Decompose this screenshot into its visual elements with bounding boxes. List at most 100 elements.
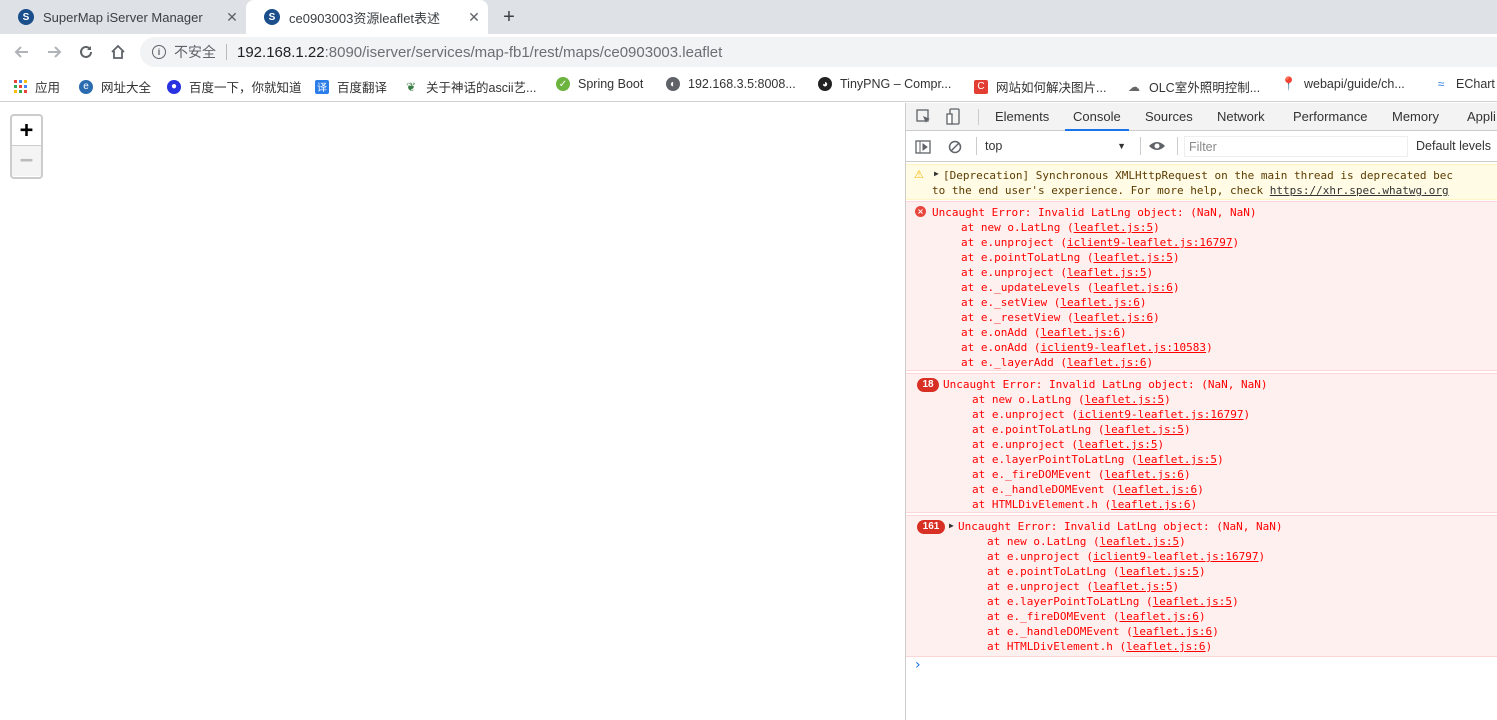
bookmark-webapi-guide[interactable]: 📍 webapi/guide/ch... [1281, 76, 1405, 91]
reload-icon[interactable] [74, 40, 98, 64]
source-link[interactable]: leaflet.js:5 [1078, 438, 1157, 451]
zoom-out-button[interactable]: − [12, 146, 41, 176]
source-link[interactable]: leaflet.js:6 [1060, 296, 1139, 309]
bookmark-echarts[interactable]: ≈ EChart [1434, 77, 1495, 91]
stack-frame: at e.unproject (iclient9-leaflet.js:1679… [972, 408, 1251, 421]
dropdown-arrow-icon: ▼ [1117, 141, 1126, 151]
console-filter-input[interactable]: Filter [1184, 136, 1408, 157]
new-tab-plus-icon[interactable]: + [498, 6, 520, 28]
bookmark-baidu-translate[interactable]: 译 百度翻译 [315, 77, 387, 96]
source-link[interactable]: iclient9-leaflet.js:10583 [1040, 341, 1206, 354]
bookmark-spring-boot[interactable]: ✓ Spring Boot [556, 77, 643, 91]
source-link[interactable]: leaflet.js:6 [1126, 640, 1205, 653]
close-tab-icon[interactable]: ✕ [224, 9, 240, 25]
stack-frame: at e._layerAdd (leaflet.js:6) [961, 356, 1154, 369]
source-link[interactable]: leaflet.js:5 [1119, 565, 1198, 578]
show-sidebar-icon[interactable] [915, 140, 931, 157]
clear-console-icon[interactable] [948, 140, 962, 157]
bookmark-hao123[interactable]: e 网址大全 [79, 77, 151, 96]
stack-frame: at e.pointToLatLng (leaflet.js:5) [961, 251, 1180, 264]
bookmark-baidu[interactable]: ● 百度一下，你就知道 [167, 77, 302, 96]
console-prompt-icon[interactable]: › [915, 657, 921, 673]
stack-frame: at e._fireDOMEvent (leaflet.js:6) [987, 610, 1206, 623]
source-link[interactable]: leaflet.js:5 [1085, 393, 1164, 406]
toolbar-divider [1177, 137, 1178, 155]
source-link[interactable]: leaflet.js:5 [1067, 266, 1146, 279]
source-link[interactable]: iclient9-leaflet.js:16797 [1067, 236, 1233, 249]
live-expression-eye-icon[interactable] [1148, 140, 1166, 155]
tab-sources[interactable]: Sources [1145, 103, 1193, 131]
bookmark-ascii-art[interactable]: ❦ 关于神话的ascii艺... [404, 77, 536, 96]
source-link[interactable]: leaflet.js:6 [1093, 281, 1172, 294]
address-divider [226, 44, 227, 60]
console-error-message: 161 ▶ Uncaught Error: Invalid LatLng objec… [906, 515, 1497, 657]
source-link[interactable]: leaflet.js:5 [1153, 595, 1232, 608]
info-icon[interactable]: i [152, 45, 166, 59]
error-title: Uncaught Error: Invalid LatLng object: (… [958, 520, 1283, 533]
expand-triangle-icon[interactable]: ▶ [934, 169, 939, 178]
source-link[interactable]: leaflet.js:6 [1118, 483, 1197, 496]
device-toolbar-icon[interactable] [946, 108, 962, 129]
source-link[interactable]: leaflet.js:6 [1111, 498, 1190, 511]
zoom-in-button[interactable]: + [12, 116, 41, 146]
source-link[interactable]: leaflet.js:6 [1040, 326, 1119, 339]
source-link[interactable]: iclient9-leaflet.js:16797 [1078, 408, 1244, 421]
expand-triangle-icon[interactable]: ▶ [949, 521, 954, 530]
leaf-icon: ❦ [405, 79, 417, 94]
warning-help-link[interactable]: https://xhr.spec.whatwg.org [1270, 184, 1449, 197]
home-icon[interactable] [106, 40, 130, 64]
console-warning-message: ⚠ ▶ [Deprecation] Synchronous XMLHttpReq… [906, 164, 1497, 200]
source-link[interactable]: leaflet.js:5 [1104, 423, 1183, 436]
source-link[interactable]: leaflet.js:6 [1067, 356, 1146, 369]
back-arrow-icon[interactable] [10, 40, 34, 64]
globe-icon: ◐ [666, 77, 680, 91]
stack-frame: at new o.LatLng (leaflet.js:5) [972, 393, 1171, 406]
error-title: Uncaught Error: Invalid LatLng object: (… [932, 206, 1257, 219]
context-selector[interactable]: top ▼ [980, 136, 1130, 156]
console-output: ⚠ ▶ [Deprecation] Synchronous XMLHttpReq… [906, 163, 1497, 720]
bookmarks-bar: 应用 e 网址大全 ● 百度一下，你就知道 译 百度翻译 ❦ 关于神话的asci… [0, 70, 1497, 102]
inspect-element-icon[interactable] [916, 109, 932, 128]
tab-application[interactable]: Appli [1467, 103, 1496, 131]
close-tab-icon[interactable]: ✕ [466, 9, 482, 25]
tab-elements[interactable]: Elements [995, 103, 1049, 131]
toolbar-divider [978, 109, 979, 125]
log-levels-dropdown[interactable]: Default levels [1416, 139, 1491, 153]
bookmark-tinypng[interactable]: ◕ TinyPNG – Compr... [818, 77, 951, 91]
security-label[interactable]: 不安全 [174, 42, 216, 62]
source-link[interactable]: leaflet.js:5 [1093, 580, 1172, 593]
leaflet-map[interactable]: + − [0, 103, 905, 720]
globe-icon: e [79, 79, 93, 94]
source-link[interactable]: leaflet.js:6 [1104, 468, 1183, 481]
echarts-icon: ≈ [1437, 77, 1445, 91]
tab-supermap-manager[interactable]: S SuperMap iServer Manager ✕ [0, 0, 246, 34]
source-link[interactable]: leaflet.js:5 [1138, 453, 1217, 466]
tab-memory[interactable]: Memory [1392, 103, 1439, 131]
tab-performance[interactable]: Performance [1293, 103, 1367, 131]
source-link[interactable]: leaflet.js:5 [1093, 251, 1172, 264]
tab-leaflet-resource[interactable]: S ce0903003资源leaflet表述 ✕ [246, 0, 488, 34]
tab-network[interactable]: Network [1217, 103, 1265, 131]
stack-frame: at e.layerPointToLatLng (leaflet.js:5) [972, 453, 1224, 466]
forward-arrow-icon[interactable] [42, 40, 66, 64]
cloud-icon: ☁ [1128, 79, 1140, 94]
url-path: :8090/iserver/services/map-fb1/rest/maps… [324, 43, 723, 61]
browser-toolbar: i 不安全 192.168.1.22:8090/iserver/services… [0, 34, 1497, 70]
bookmark-local-server[interactable]: ◐ 192.168.3.5:8008... [666, 77, 796, 91]
source-link[interactable]: leaflet.js:6 [1119, 610, 1198, 623]
address-bar[interactable]: i 不安全 192.168.1.22:8090/iserver/services… [140, 37, 1497, 67]
bookmark-apps[interactable]: 应用 [14, 77, 60, 96]
source-link[interactable]: leaflet.js:6 [1074, 311, 1153, 324]
console-error-message: × Uncaught Error: Invalid LatLng object: … [906, 201, 1497, 371]
stack-frame: at e.layerPointToLatLng (leaflet.js:5) [987, 595, 1239, 608]
bookmark-olc-lighting[interactable]: ☁ OLC室外照明控制... [1127, 77, 1260, 96]
stack-frame: at new o.LatLng (leaflet.js:5) [987, 535, 1186, 548]
source-link[interactable]: leaflet.js:5 [1100, 535, 1179, 548]
source-link[interactable]: leaflet.js:6 [1133, 625, 1212, 638]
tab-console[interactable]: Console [1065, 103, 1129, 131]
zoom-control: + − [10, 114, 43, 179]
bookmark-image-fix[interactable]: C 网站如何解决图片... [974, 77, 1106, 96]
source-link[interactable]: iclient9-leaflet.js:16797 [1093, 550, 1259, 563]
csdn-icon: C [974, 79, 988, 94]
source-link[interactable]: leaflet.js:5 [1074, 221, 1153, 234]
